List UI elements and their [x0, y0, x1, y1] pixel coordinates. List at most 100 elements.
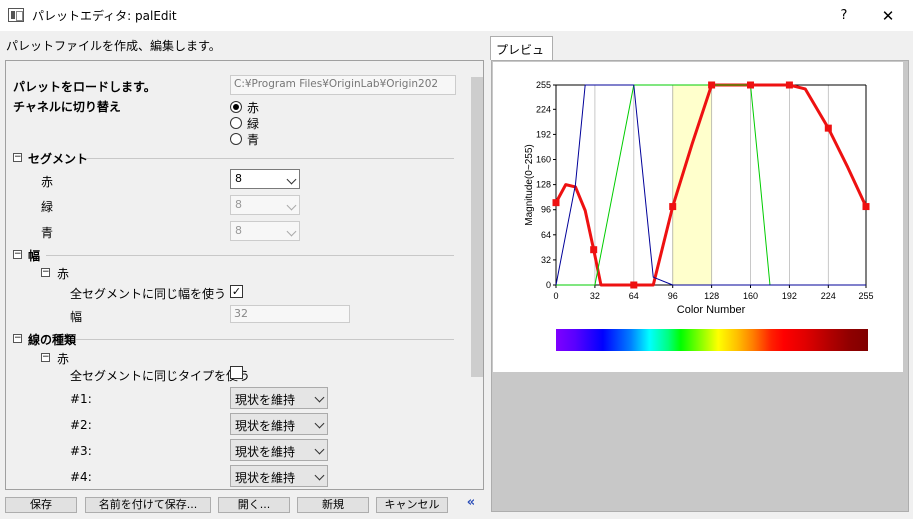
control-point: [669, 203, 677, 211]
radio-green[interactable]: [230, 117, 242, 129]
collapse-toggle-icon[interactable]: [13, 250, 22, 259]
app-icon: [8, 8, 24, 22]
section-divider: [86, 158, 454, 159]
linetype-same-label: 全セグメントに同じタイプを使う: [70, 369, 251, 383]
segment-green-label: 緑: [41, 200, 54, 214]
radio-red[interactable]: [230, 101, 242, 113]
save-button[interactable]: 保存: [5, 497, 77, 513]
linetype-select-value: 現状を維持: [235, 393, 296, 407]
channel-radio-group: 赤 緑 青: [230, 99, 330, 153]
section-divider: [76, 339, 454, 340]
x-tick-label: 224: [821, 291, 836, 301]
linetype-same-checkbox[interactable]: [230, 366, 243, 379]
linetype-select-value: 現状を維持: [235, 419, 296, 433]
y-axis-label: Magnitude(0~255): [524, 144, 535, 225]
linetype-select-value: 現状を維持: [235, 471, 296, 485]
y-tick-label: 128: [536, 180, 551, 190]
chevron-down-icon: [314, 470, 325, 481]
chevron-down-icon: [286, 174, 297, 185]
collapse-toggle-icon[interactable]: [13, 334, 22, 343]
width-red-node: 赤: [57, 267, 70, 281]
x-tick-label: 128: [704, 291, 719, 301]
control-point: [552, 199, 560, 207]
x-tick-label: 0: [553, 291, 558, 301]
x-tick-label: 255: [858, 291, 873, 301]
width-section-header: 幅: [28, 249, 41, 263]
linetype-select[interactable]: 現状を維持: [230, 439, 328, 461]
control-point: [862, 203, 870, 211]
chevron-down-icon: [314, 392, 325, 403]
x-tick-label: 32: [590, 291, 600, 301]
y-tick-label: 224: [536, 104, 551, 114]
x-axis-label: Color Number: [677, 304, 746, 316]
save-as-button[interactable]: 名前を付けて保存...: [85, 497, 211, 513]
collapse-toggle-icon[interactable]: [41, 268, 50, 277]
y-tick-label: 255: [536, 80, 551, 90]
palette-colorbar: [556, 329, 868, 351]
checkmark-icon: ✓: [231, 285, 242, 298]
y-tick-label: 160: [536, 155, 551, 165]
radio-green-label: 緑: [247, 117, 260, 131]
help-button[interactable]: ?: [826, 3, 862, 29]
linetype-select[interactable]: 現状を維持: [230, 413, 328, 435]
window-title: パレットエディタ: palEdit: [32, 9, 177, 23]
segment-blue-select: 8: [230, 221, 300, 241]
linetype-red-node: 赤: [57, 352, 70, 366]
x-tick-label: 192: [782, 291, 797, 301]
chevron-down-icon: [314, 444, 325, 455]
segment-red-select[interactable]: 8: [230, 169, 300, 189]
control-point: [824, 124, 832, 132]
scrollbar-thumb[interactable]: [471, 77, 483, 377]
y-tick-label: 32: [541, 255, 551, 265]
x-tick-label: 96: [668, 291, 678, 301]
tab-preview[interactable]: プレビュー: [490, 36, 553, 74]
control-point: [708, 81, 716, 89]
load-palette-label: パレットをロードします。: [13, 80, 156, 94]
segment-section-header: セグメント: [28, 152, 89, 166]
linetype-row-label: #1:: [70, 392, 92, 406]
linetype-select[interactable]: 現状を維持: [230, 387, 328, 409]
chevron-down-icon: [286, 200, 297, 211]
x-tick-label: 64: [629, 291, 639, 301]
new-button[interactable]: 新規: [297, 497, 369, 513]
palette-chart: 0 32 64 96 128 160 192 224 255 0 32 64 96 128 160 192 22…: [524, 80, 874, 316]
y-tick-label: 192: [536, 129, 551, 139]
palette-path-field[interactable]: C:¥Program Files¥OriginLab¥Origin202: [230, 75, 456, 95]
y-tick-label: 96: [541, 205, 551, 215]
control-point: [630, 281, 638, 289]
collapse-toggle-icon[interactable]: [13, 153, 22, 162]
width-same-checkbox[interactable]: ✓: [230, 285, 243, 298]
collapse-panel-button[interactable]: «: [458, 494, 484, 512]
control-point: [785, 81, 793, 89]
width-label: 幅: [70, 310, 83, 324]
segment-green-value: 8: [235, 198, 242, 211]
y-tick-label: 0: [546, 280, 551, 290]
segment-blue-value: 8: [235, 224, 242, 237]
control-point: [590, 246, 598, 254]
segment-red-value: 8: [235, 172, 242, 185]
segment-red-label: 赤: [41, 175, 54, 189]
segment-blue-label: 青: [41, 226, 54, 240]
y-tick-label: 64: [541, 230, 551, 240]
control-point: [747, 81, 755, 89]
radio-red-label: 赤: [247, 101, 260, 115]
width-input[interactable]: 32: [230, 305, 350, 323]
chevron-down-icon: [314, 418, 325, 429]
settings-panel: パレットをロードします。 C:¥Program Files¥OriginLab¥…: [5, 60, 484, 490]
linetype-row-label: #4:: [70, 470, 92, 484]
linetype-row-label: #3:: [70, 444, 92, 458]
channel-switch-label: チャネルに切り替え: [13, 100, 121, 114]
x-tick-label: 160: [743, 291, 758, 301]
radio-blue-label: 青: [247, 133, 260, 147]
collapse-toggle-icon[interactable]: [41, 353, 50, 362]
cancel-button[interactable]: キャンセル: [376, 497, 448, 513]
linetype-select[interactable]: 現状を維持: [230, 465, 328, 487]
width-same-label: 全セグメントに同じ幅を使う: [70, 287, 227, 301]
open-button[interactable]: 開く...: [218, 497, 290, 513]
linetype-select-value: 現状を維持: [235, 445, 296, 459]
chevron-down-icon: [286, 226, 297, 237]
segment-green-select: 8: [230, 195, 300, 215]
radio-blue[interactable]: [230, 133, 242, 145]
close-button[interactable]: ✕: [866, 3, 910, 29]
section-divider: [46, 255, 454, 256]
